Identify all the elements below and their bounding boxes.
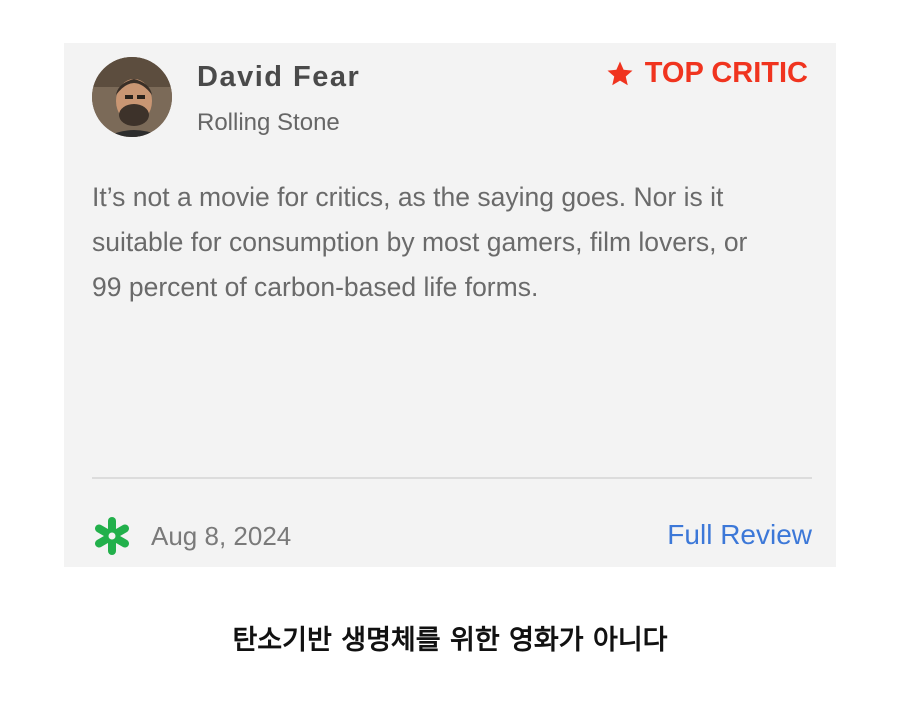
divider xyxy=(92,477,812,479)
critic-name[interactable]: David Fear xyxy=(197,61,360,94)
caption-text: 탄소기반 생명체를 위한 영화가 아니다 xyxy=(232,625,668,656)
review-quote: It’s not a movie for critics, as the say… xyxy=(92,182,748,302)
review-date: Aug 8, 2024 xyxy=(151,521,292,551)
review-card: David Fear Rolling Stone TOP CRITIC It’s… xyxy=(64,43,836,567)
full-review-link[interactable]: Full Review xyxy=(667,519,812,551)
critic-avatar[interactable] xyxy=(92,57,172,137)
top-critic-label: TOP CRITIC xyxy=(644,57,808,89)
top-critic-badge: TOP CRITIC xyxy=(605,57,808,90)
fresh-splat-icon xyxy=(91,515,133,562)
star-icon xyxy=(607,61,633,85)
publication-name[interactable]: Rolling Stone xyxy=(197,109,340,137)
